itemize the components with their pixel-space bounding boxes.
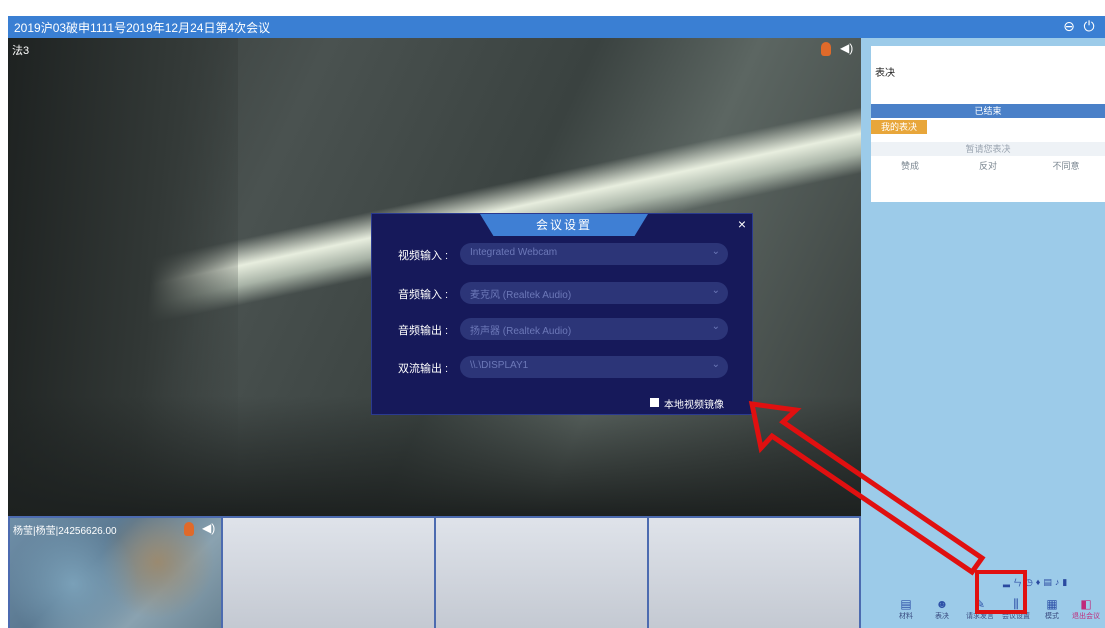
thumbnail-empty[interactable] xyxy=(649,518,859,628)
thumbnail-empty[interactable] xyxy=(436,518,647,628)
layout-icon: ▦ xyxy=(1046,597,1058,611)
speaker-icon[interactable]: ◀) xyxy=(840,41,853,55)
audio-output-row: 音频输出 : 扬声器 (Realtek Audio) ⌄ xyxy=(372,318,754,340)
vote-button[interactable]: ☻ 表决 xyxy=(925,596,959,628)
mode-button[interactable]: ▦ 模式 xyxy=(1035,596,1069,628)
thumbnail-participant[interactable]: 杨莹|杨莹|24256626.00 ◀) xyxy=(10,518,221,628)
file-icon: ▤ xyxy=(900,597,912,611)
my-vote-tab[interactable]: 我的表决 xyxy=(871,120,927,134)
dual-stream-output-row: 双流输出 : \\.\DISPLAY1 ⌄ xyxy=(372,356,754,378)
audio-input-label: 音频输入 : xyxy=(398,289,449,301)
mirror-checkbox[interactable] xyxy=(650,398,659,407)
chevron-down-icon: ⌄ xyxy=(711,321,720,332)
chevron-down-icon: ⌄ xyxy=(711,359,720,370)
vote-label: 表决 xyxy=(935,613,949,620)
vote-option-disagree[interactable]: 不同意 xyxy=(1027,159,1105,173)
dialog-header: 会议设置 xyxy=(480,214,648,236)
materials-label: 材料 xyxy=(899,613,913,620)
tray-battery-icon[interactable]: ▮ xyxy=(1062,577,1067,588)
chevron-down-icon: ⌄ xyxy=(711,285,720,296)
exit-meeting-label: 退出会议 xyxy=(1072,613,1100,620)
video-input-label: 视频输入 : xyxy=(398,250,449,262)
video-input-value: Integrated Webcam xyxy=(470,247,558,258)
exit-icon: ◧ xyxy=(1080,597,1092,611)
mic-muted-icon[interactable] xyxy=(821,42,831,56)
vote-option-agree[interactable]: 赞成 xyxy=(871,159,949,173)
audio-output-select[interactable]: 扬声器 (Realtek Audio) ⌄ xyxy=(460,318,728,340)
annotation-highlight-box xyxy=(975,570,1027,614)
vote-option-oppose[interactable]: 反对 xyxy=(949,159,1027,173)
tray-monitor-icon[interactable]: ▤ xyxy=(1043,577,1052,588)
minimize-icon[interactable]: ⊖ xyxy=(1060,17,1078,35)
vote-note: 暂请您表决 xyxy=(871,142,1105,156)
meeting-settings-dialog: 会议设置 × 视频输入 : Integrated Webcam ⌄ 音频输入 :… xyxy=(371,213,753,415)
close-icon[interactable]: × xyxy=(738,216,746,232)
app-window: 2019沪03破申1111号2019年12月24日第4次会议 ⊖ ⏻ 法3 ◀)… xyxy=(0,0,1105,628)
speaker-icon[interactable]: ◀) xyxy=(202,521,215,535)
power-icon[interactable]: ⏻ xyxy=(1080,17,1098,35)
dual-stream-output-value: \\.\DISPLAY1 xyxy=(470,360,529,371)
video-input-row: 视频输入 : Integrated Webcam ⌄ xyxy=(372,243,754,265)
vote-status: 已结束 xyxy=(871,104,1105,118)
vote-options: 赞成 反对 不同意 xyxy=(871,159,1105,173)
dual-stream-output-label: 双流输出 : xyxy=(398,363,449,375)
audio-input-value: 麦克风 (Realtek Audio) xyxy=(470,290,572,301)
video-input-select[interactable]: Integrated Webcam ⌄ xyxy=(460,243,728,265)
title-bar: 2019沪03破申1111号2019年12月24日第4次会议 ⊖ ⏻ xyxy=(8,16,1105,38)
tray-mic-icon[interactable]: ♦ xyxy=(1036,577,1041,587)
dialog-title: 会议设置 xyxy=(535,218,592,232)
thumbnail-strip: 杨莹|杨莹|24256626.00 ◀) xyxy=(8,516,861,628)
thumbnail-name: 杨莹|杨莹|24256626.00 xyxy=(13,526,117,537)
audio-input-select[interactable]: 麦克风 (Realtek Audio) ⌄ xyxy=(460,282,728,304)
mode-label: 模式 xyxy=(1045,613,1059,620)
vote-title: 表决 xyxy=(875,68,895,79)
materials-button[interactable]: ▤ 材料 xyxy=(889,596,923,628)
right-panel: 表决 已结束 我的表决 暂请您表决 赞成 反对 不同意 ▂ ㄣ ◷ ♦ ▤ ♪ … xyxy=(861,38,1105,628)
audio-input-row: 音频输入 : 麦克风 (Realtek Audio) ⌄ xyxy=(372,282,754,304)
meeting-title: 2019沪03破申1111号2019年12月24日第4次会议 xyxy=(14,21,271,35)
exit-meeting-button[interactable]: ◧ 退出会议 xyxy=(1069,596,1103,628)
tray-volume-icon[interactable]: ♪ xyxy=(1055,577,1060,587)
thumbnail-empty[interactable] xyxy=(223,518,434,628)
participant-label: 法3 xyxy=(12,45,30,57)
vote-panel: 表决 已结束 我的表决 暂请您表决 赞成 反对 不同意 xyxy=(871,46,1105,202)
audio-output-value: 扬声器 (Realtek Audio) xyxy=(470,326,572,337)
dual-stream-output-select[interactable]: \\.\DISPLAY1 ⌄ xyxy=(460,356,728,378)
audio-output-label: 音频输出 : xyxy=(398,325,449,337)
person-icon: ☻ xyxy=(935,597,949,611)
chevron-down-icon: ⌄ xyxy=(711,246,720,257)
mic-muted-icon[interactable] xyxy=(184,522,194,536)
mirror-label: 本地视频镜像 xyxy=(664,400,724,411)
